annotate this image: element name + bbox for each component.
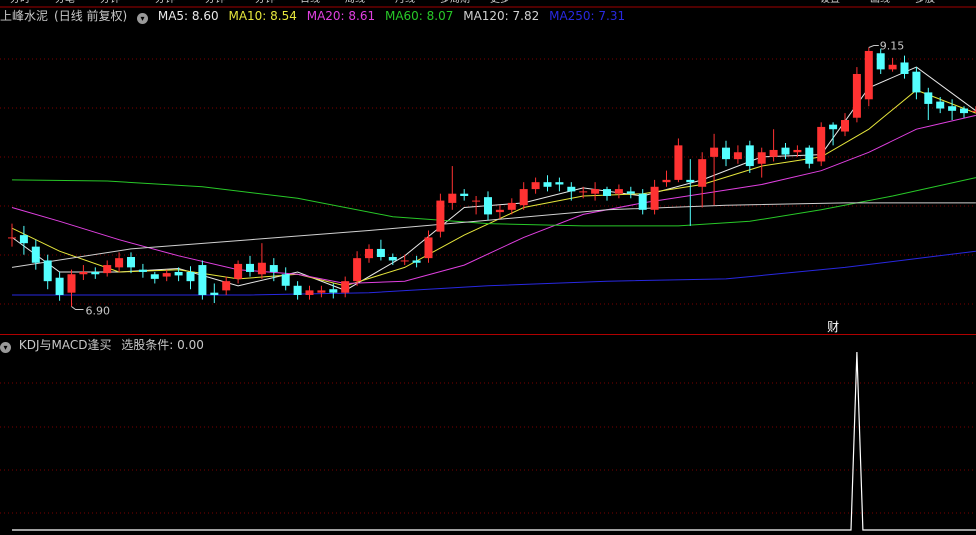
candle-body — [460, 193, 469, 196]
candle-body — [91, 271, 100, 275]
candle-body — [924, 92, 933, 104]
candle-body — [115, 258, 124, 268]
ma-line-ma10 — [11, 89, 976, 287]
candle-body — [864, 50, 873, 100]
low-price-label: 6.90 — [86, 304, 111, 317]
candle-body — [257, 262, 266, 275]
candle-body — [626, 191, 635, 194]
candle-body — [186, 271, 195, 282]
candle-body — [674, 145, 683, 180]
high-price-label: 9.15 — [880, 40, 905, 53]
chart-grid — [0, 6, 976, 514]
candle-body — [555, 182, 564, 185]
candle-body — [757, 152, 766, 164]
candle-body — [745, 145, 754, 167]
candle-body — [936, 101, 945, 109]
candle-body — [305, 290, 314, 295]
candle-body — [269, 265, 278, 272]
candle-body — [8, 237, 16, 239]
candle-body — [841, 120, 849, 132]
candle-body — [400, 260, 409, 262]
financial-report-marker: 财 — [827, 320, 839, 334]
ma-line-ma5 — [11, 66, 976, 291]
candle-body — [686, 179, 695, 183]
candle-body — [888, 64, 897, 70]
indicator-chart — [12, 351, 976, 531]
candle-body — [341, 281, 350, 293]
candle-body — [662, 179, 671, 183]
candle-body — [55, 277, 64, 295]
candle-body — [722, 147, 730, 160]
candle-body — [805, 147, 814, 164]
candle-body — [960, 108, 968, 114]
candle-body — [603, 189, 611, 196]
candle-body — [448, 193, 457, 203]
candle-body — [971, 110, 976, 112]
low-price-pointer — [71, 306, 84, 310]
candle-body — [484, 197, 492, 215]
candle-body — [353, 258, 362, 282]
candle-body — [329, 289, 338, 293]
candle-body — [127, 256, 135, 268]
candle-body — [614, 189, 623, 194]
candle-body — [567, 186, 576, 192]
candle-body — [495, 209, 504, 213]
candle-body — [210, 292, 219, 295]
candle-body — [388, 256, 397, 261]
indicator-line — [12, 351, 976, 531]
candle-body — [710, 147, 719, 157]
candle-body — [150, 274, 159, 279]
candle-body — [769, 149, 778, 157]
candle-body — [876, 53, 885, 70]
ma-line-ma60 — [11, 177, 976, 227]
candle-body — [174, 271, 183, 276]
candle-body — [948, 106, 957, 111]
candle-body — [793, 149, 802, 153]
candle-body — [67, 274, 76, 293]
candle-body — [852, 73, 861, 118]
candle-body — [317, 290, 326, 293]
candle-body — [138, 269, 147, 272]
candle-body — [19, 235, 28, 244]
ma-line-ma120 — [11, 202, 976, 268]
candlestick-chart[interactable]: 9.15 6.90 财 — [0, 0, 976, 535]
candle-body — [698, 159, 707, 187]
candle-body — [829, 124, 838, 130]
candle-body — [198, 265, 207, 295]
candle-body — [900, 62, 909, 74]
candle-body — [222, 281, 231, 291]
candle-body — [531, 182, 540, 190]
candle-body — [103, 265, 112, 274]
candle-body — [424, 237, 433, 259]
candle-body — [543, 182, 552, 187]
moving-average-lines — [11, 66, 976, 296]
candle-body — [246, 263, 254, 272]
candle-body — [519, 189, 528, 206]
candle-body — [733, 152, 742, 160]
candles — [8, 47, 976, 307]
candle-body — [31, 246, 40, 263]
candle-body — [293, 285, 302, 295]
candle-body — [507, 202, 516, 210]
candle-body — [365, 248, 373, 259]
candle-body — [472, 200, 481, 202]
candle-body — [781, 147, 790, 155]
candle-body — [43, 260, 52, 282]
candle-body — [436, 200, 445, 232]
candle-body — [162, 273, 171, 277]
candle-body — [412, 260, 421, 263]
candle-body — [638, 193, 647, 210]
candle-body — [817, 126, 826, 162]
candle-body — [79, 271, 88, 275]
ma-line-ma250 — [12, 250, 976, 296]
candle-body — [376, 248, 385, 257]
candle-body — [281, 274, 290, 286]
candle-body — [650, 186, 659, 210]
candle-body — [591, 189, 600, 194]
candle-body — [912, 71, 921, 93]
candle-body — [234, 263, 243, 279]
candle-body — [579, 191, 588, 193]
high-price-pointer — [868, 45, 879, 48]
